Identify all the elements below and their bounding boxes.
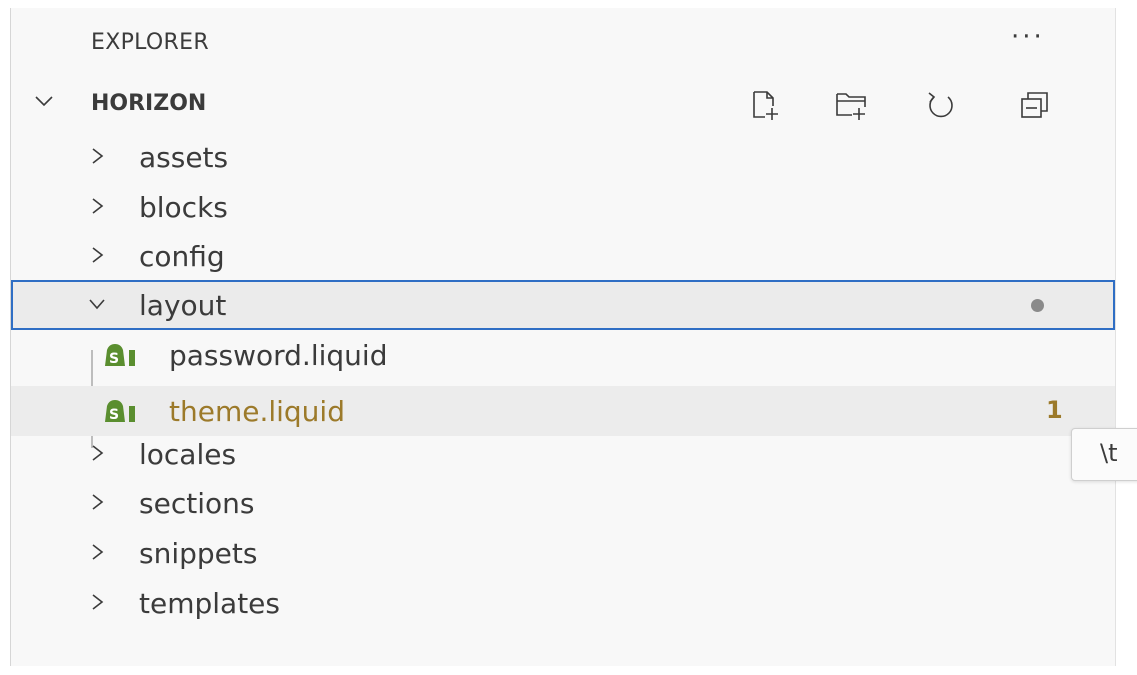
chevron-right-icon: [92, 198, 104, 214]
folder-row-layout[interactable]: layout: [11, 280, 1115, 330]
chevron-right-icon: [92, 148, 104, 164]
chevron-right-icon: [92, 247, 104, 263]
chevron-right-icon: [92, 594, 104, 610]
chevron-down-icon: [35, 96, 53, 107]
shopify-liquid-icon: S: [105, 400, 135, 423]
tooltip-text: \t: [1100, 439, 1118, 467]
refresh-icon[interactable]: [924, 88, 958, 122]
folder-row-templates[interactable]: templates: [11, 578, 1115, 628]
folder-row-config[interactable]: config: [11, 231, 1115, 281]
folder-row-assets[interactable]: assets: [11, 132, 1115, 182]
folder-label: layout: [139, 289, 227, 322]
chevron-down-icon: [89, 299, 105, 310]
explorer-panel: EXPLORER ··· HORIZON assets blocks confi…: [10, 8, 1116, 666]
collapse-all-icon[interactable]: [1018, 88, 1052, 122]
modified-indicator: [1031, 299, 1044, 312]
folder-label: config: [139, 240, 225, 273]
hover-tooltip: \t: [1071, 428, 1137, 481]
folder-label: blocks: [139, 191, 228, 224]
file-label: theme.liquid: [169, 395, 345, 428]
new-folder-icon[interactable]: [834, 88, 868, 122]
problem-count-badge: 1: [1046, 396, 1063, 424]
folder-label: sections: [139, 487, 255, 520]
chevron-right-icon: [92, 544, 104, 560]
svg-text:S: S: [109, 351, 119, 367]
workspace-name: HORIZON: [91, 91, 207, 116]
new-file-icon[interactable]: [748, 88, 782, 122]
chevron-right-icon: [92, 494, 104, 510]
file-label: password.liquid: [169, 339, 388, 372]
folder-label: snippets: [139, 537, 258, 570]
svg-text:S: S: [109, 407, 119, 423]
more-actions-button[interactable]: ···: [1011, 22, 1045, 52]
screenshot-frame: EXPLORER ··· HORIZON assets blocks confi…: [0, 0, 1137, 675]
folder-row-snippets[interactable]: snippets: [11, 528, 1115, 578]
folder-row-blocks[interactable]: blocks: [11, 182, 1115, 232]
folder-label: locales: [139, 438, 237, 471]
chevron-right-icon: [92, 445, 104, 461]
folder-label: templates: [139, 587, 280, 620]
workspace-root-row[interactable]: HORIZON: [11, 80, 1115, 130]
folder-label: assets: [139, 141, 229, 174]
explorer-title: EXPLORER: [91, 30, 209, 55]
explorer-header: EXPLORER ···: [11, 8, 1115, 80]
folder-row-locales[interactable]: locales: [11, 429, 1115, 479]
folder-row-sections[interactable]: sections: [11, 478, 1115, 528]
file-row-password-liquid[interactable]: S password.liquid: [11, 330, 1115, 380]
shopify-liquid-icon: S: [105, 344, 135, 367]
